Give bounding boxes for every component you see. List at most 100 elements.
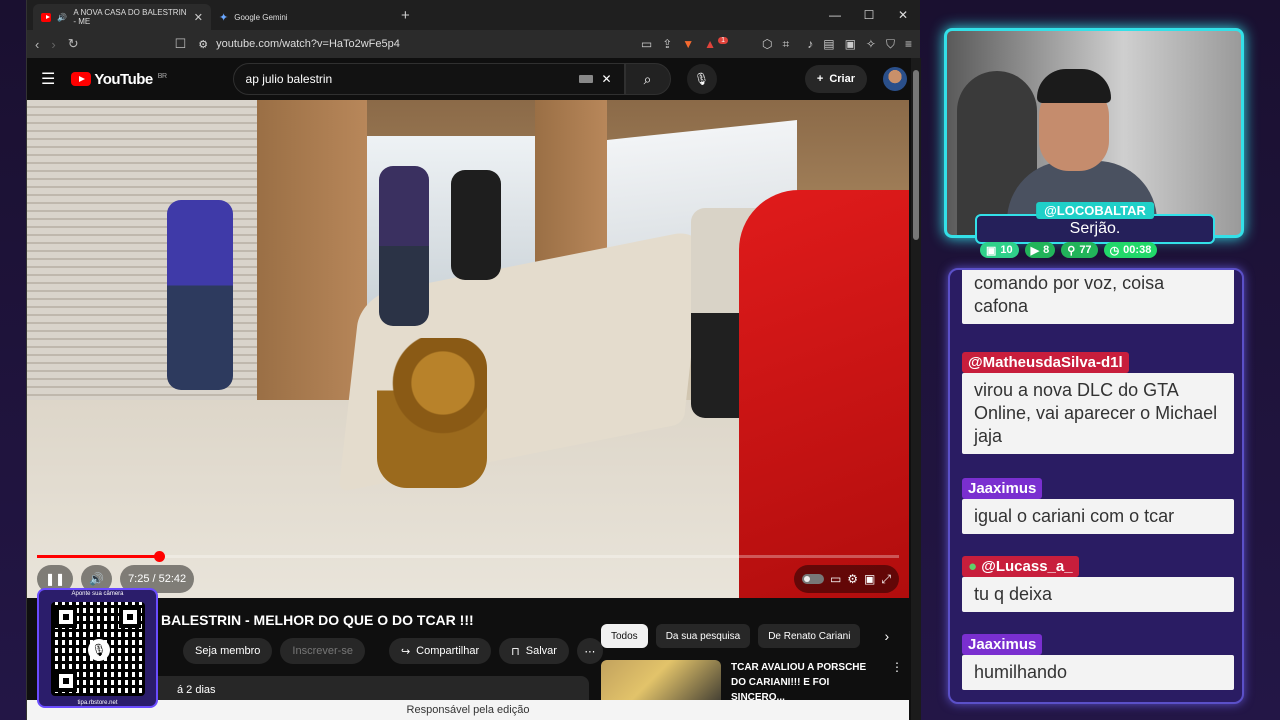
brave-shield-icon[interactable]: ▼ — [682, 37, 694, 51]
extensions-icon[interactable]: ⬡ — [762, 37, 772, 51]
stream-uptime: ◷ 00:38 — [1103, 242, 1158, 258]
youtube-favicon-icon — [41, 12, 52, 22]
share-label: Compartilhar — [416, 645, 480, 657]
chip-all[interactable]: Todos — [601, 624, 648, 648]
join-button[interactable]: Seja membro — [183, 638, 273, 664]
scrollbar-thumb[interactable] — [913, 70, 919, 240]
url-field[interactable]: ⚙ youtube.com/watch?v=HaTo2wFe5p4 — [198, 33, 400, 55]
golden-lion-statue — [377, 338, 487, 488]
tab-youtube[interactable]: 🔊 A NOVA CASA DO BALESTRIN - ME ✕ — [33, 4, 211, 30]
subscribe-button[interactable]: Inscrever-se — [280, 638, 365, 664]
tab-gemini[interactable]: ✦ Google Gemini — [211, 4, 389, 30]
progress-fill — [37, 555, 160, 558]
forward-icon[interactable]: › — [51, 37, 55, 52]
screenshot-icon[interactable]: ⌗ — [782, 37, 789, 52]
tab-strip: 🔊 A NOVA CASA DO BALESTRIN - ME ✕ ✦ Goog… — [27, 0, 920, 30]
close-window-icon[interactable]: ✕ — [886, 0, 920, 30]
related-chips: Todos Da sua pesquisa De Renato Cariani … — [601, 624, 889, 648]
music-icon[interactable]: ♪ — [807, 37, 813, 51]
address-bar: ‹ › ↻ ☐ ⚙ youtube.com/watch?v=HaTo2wFe5p… — [27, 30, 920, 58]
chat-username: Jaaximus — [962, 634, 1043, 655]
qr-finder — [55, 670, 77, 692]
search-button[interactable]: ⌕ — [624, 63, 671, 95]
chevron-right-icon[interactable]: › — [884, 628, 889, 644]
chat-username: @MatheusdaSilva-d1l — [962, 352, 1129, 373]
mic-icon: 🎙 — [88, 639, 110, 661]
settings-icon[interactable]: ⚙ — [847, 572, 858, 586]
qr-finder — [119, 606, 141, 628]
keyboard-icon[interactable] — [579, 75, 594, 83]
minimize-icon[interactable]: — — [818, 0, 852, 30]
theater-mode-icon[interactable]: ▣ — [864, 572, 875, 586]
search-icon: ⌕ — [643, 70, 652, 87]
subtitles-icon[interactable]: ▭ — [830, 572, 841, 586]
speaker-icon[interactable]: 🔊 — [57, 13, 67, 22]
share-button[interactable]: ↪ Compartilhar — [388, 638, 492, 664]
twitch-icon: ▣ — [986, 244, 997, 257]
qr-caption-bottom: tipa.rbstore.net — [77, 700, 118, 706]
rewards-badge: 1 — [718, 36, 728, 44]
page-scrollbar[interactable] — [911, 58, 921, 720]
video-player[interactable]: ❚❚ 🔊 7:25 / 52:42 ▭ ⚙ ▣ ⤢ — [27, 100, 909, 598]
autoplay-toggle[interactable] — [801, 574, 824, 584]
sidebar-icon[interactable]: ▤ — [823, 37, 834, 51]
chat-message: ● @Lucass_a_ tu q deixa — [962, 556, 1234, 612]
youtube-logo[interactable]: YouTube BR — [71, 71, 167, 88]
tab-label: A NOVA CASA DO BALESTRIN - ME — [73, 8, 187, 26]
player-controls: ❚❚ 🔊 7:25 / 52:42 ▭ ⚙ ▣ ⤢ — [37, 564, 899, 594]
create-label: Criar — [829, 73, 855, 85]
close-tab-icon[interactable]: ✕ — [194, 11, 203, 24]
chat-overlay: comando por voz, coisa cafona @Matheusda… — [948, 268, 1244, 704]
twitch-viewers: ▣ 10 — [980, 242, 1019, 258]
clear-search-icon[interactable]: ✕ — [601, 72, 611, 86]
more-actions-button[interactable]: ⋯ — [576, 638, 603, 664]
person — [451, 170, 501, 280]
chat-message: @MatheusdaSilva-d1l virou a nova DLC do … — [962, 352, 1234, 454]
wallet-icon[interactable]: ▣ — [845, 37, 856, 51]
qr-code: 🎙 — [51, 602, 145, 696]
fullscreen-icon[interactable]: ⤢ — [881, 572, 891, 587]
search-input[interactable]: ap julio balestrin ✕ — [232, 63, 625, 95]
voice-search-button[interactable]: 🎙 — [686, 64, 717, 94]
chip-from-search[interactable]: Da sua pesquisa — [655, 624, 751, 648]
kick-viewers: ⚲ 77 — [1061, 242, 1098, 258]
progress-bar[interactable] — [37, 551, 899, 562]
editor-credit: Responsável pela edição — [27, 700, 909, 720]
url-text: youtube.com/watch?v=HaTo2wFe5p4 — [216, 38, 400, 50]
chat-username: ● @Lucass_a_ — [962, 556, 1079, 577]
save-button[interactable]: ⊓ Salvar — [499, 638, 569, 664]
streamer-hair — [1037, 69, 1111, 103]
chip-from-channel[interactable]: De Renato Cariani — [758, 624, 861, 648]
share-icon[interactable]: ⇪ — [662, 37, 672, 51]
account-avatar[interactable] — [883, 67, 907, 91]
guide-menu-icon[interactable]: ☰ — [41, 69, 55, 89]
stream-stats: ▣ 10 ▶ 8 ⚲ 77 ◷ 00:38 — [980, 242, 1158, 258]
chat-message: comando por voz, coisa cafona — [962, 270, 1234, 324]
cast-icon[interactable]: ▭ — [641, 37, 652, 51]
qr-overlay: Aponte sua câmera 🎙 tipa.rbstore.net — [37, 588, 158, 708]
person — [167, 200, 233, 390]
site-info-icon[interactable]: ⚙ — [198, 38, 208, 51]
clock-icon: ◷ — [1109, 244, 1120, 257]
leo-icon[interactable]: ✧ — [866, 37, 876, 51]
chat-username: Jaaximus — [962, 478, 1043, 499]
window-controls: — ☐ ✕ — [818, 0, 920, 30]
vpn-icon[interactable]: ⛉ — [886, 37, 895, 52]
mic-icon: 🎙 — [693, 72, 710, 86]
new-tab-icon[interactable]: + — [401, 7, 410, 24]
back-icon[interactable]: ‹ — [35, 37, 39, 52]
maximize-icon[interactable]: ☐ — [852, 0, 886, 30]
create-button[interactable]: + Criar — [804, 65, 867, 93]
menu-icon[interactable]: ≡ — [905, 37, 912, 51]
reload-icon[interactable]: ↻ — [68, 36, 79, 52]
person — [379, 166, 429, 326]
wood-panel — [257, 100, 367, 400]
qr-caption-top: Aponte sua câmera — [71, 591, 124, 597]
chat-text: igual o cariani com o tcar — [962, 499, 1234, 534]
badge-icon: ● — [968, 558, 982, 575]
rewards-icon[interactable]: ▲ — [704, 37, 716, 51]
share-icon: ↪ — [400, 645, 411, 658]
chat-message: Jaaximus humilhando — [962, 634, 1234, 690]
bookmark-icon[interactable]: ☐ — [175, 36, 187, 52]
chat-message: Jaaximus igual o cariani com o tcar — [962, 478, 1234, 534]
